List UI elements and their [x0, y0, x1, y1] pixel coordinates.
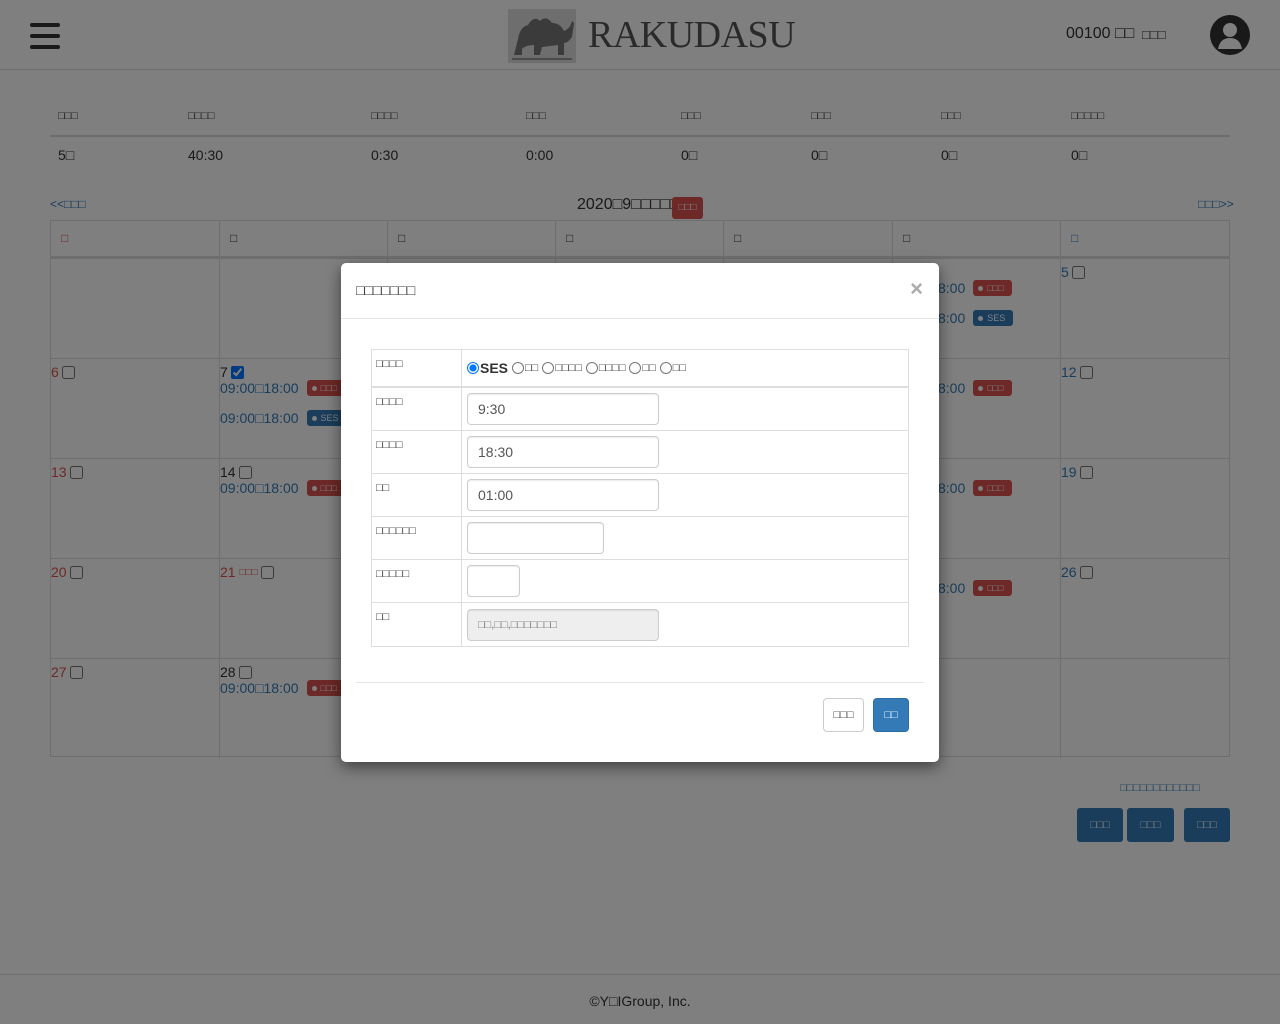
field5-label: □□□□□□ [372, 517, 462, 559]
type-label: □□□□ [372, 350, 462, 386]
close-icon[interactable]: × [910, 276, 923, 302]
start-time-input[interactable]: 9:30 [467, 393, 659, 425]
shift-edit-modal: □□□□□□□ × □□□□ SES □□ □□□□ □□□□ □□ □□ □□… [341, 263, 939, 762]
modal-footer-divider [356, 682, 924, 683]
field6-input[interactable] [467, 565, 520, 597]
radio-option-5[interactable] [629, 362, 642, 374]
field6-label: □□□□□ [372, 560, 462, 602]
radio-option-6[interactable] [659, 362, 672, 374]
save-button[interactable]: □□ [873, 698, 909, 732]
break-label: □□ [372, 474, 462, 516]
start-time-label: □□□□ [372, 388, 462, 430]
radio-ses[interactable] [467, 362, 479, 374]
radio-option-2[interactable] [512, 362, 525, 374]
cancel-button[interactable]: □□□ [823, 698, 864, 732]
work-type-radio-group: SES □□ □□□□ □□□□ □□ □□ [467, 360, 690, 376]
note-label: □□ [372, 603, 462, 646]
field5-input[interactable] [467, 522, 604, 554]
shift-form: □□□□ SES □□ □□□□ □□□□ □□ □□ □□□□ 9:30 □□… [371, 349, 909, 647]
radio-option-4[interactable] [585, 362, 598, 374]
end-time-label: □□□□ [372, 431, 462, 473]
radio-option-3[interactable] [542, 362, 555, 374]
note-input[interactable]: □□,□□,□□□□□□□ [467, 608, 659, 641]
modal-title: □□□□□□□ [356, 282, 416, 298]
end-time-input[interactable]: 18:30 [467, 436, 659, 468]
break-time-input[interactable]: 01:00 [467, 479, 659, 511]
